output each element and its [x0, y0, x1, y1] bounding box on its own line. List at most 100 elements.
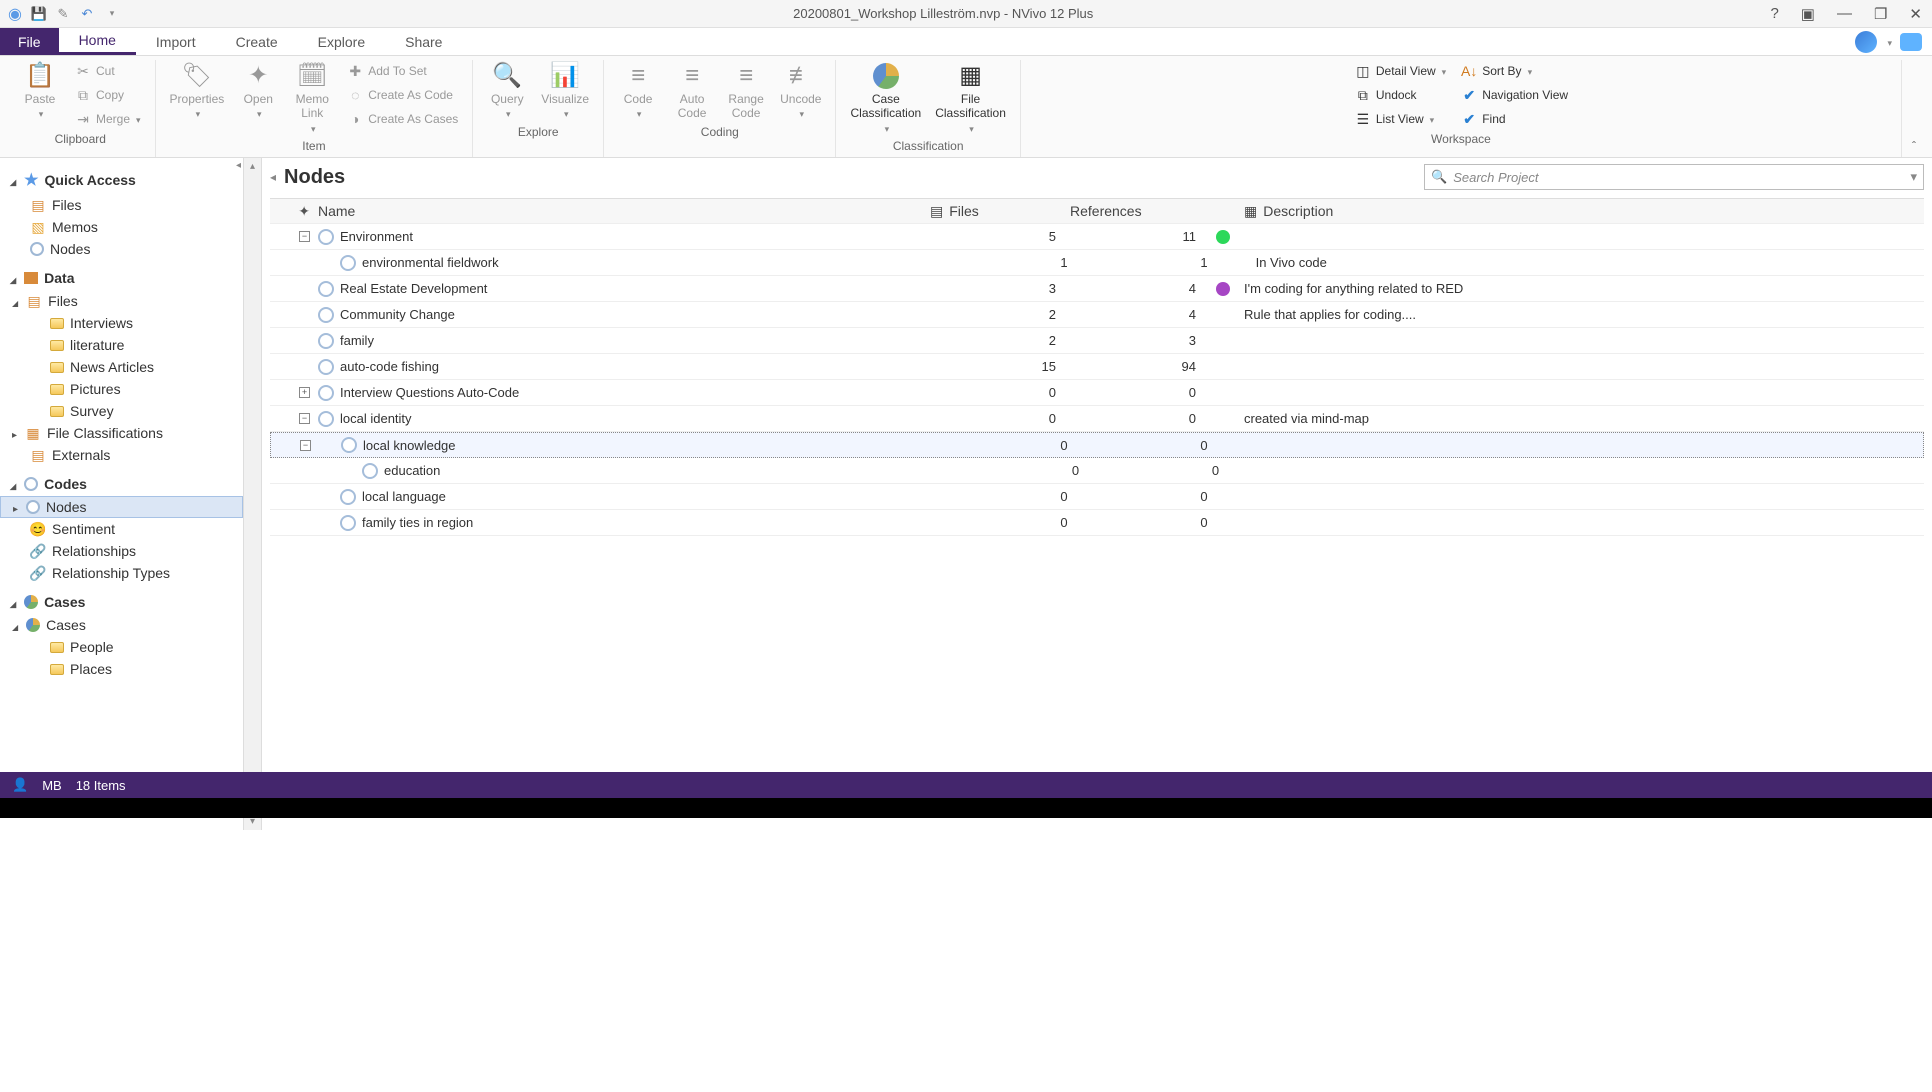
- nav-people-label: People: [70, 639, 114, 655]
- table-row[interactable]: family ties in region00: [270, 510, 1924, 536]
- help-icon[interactable]: ?: [1766, 5, 1782, 23]
- code-button[interactable]: ≡Code: [614, 60, 662, 123]
- content-back-icon[interactable]: ◂: [270, 170, 276, 184]
- properties-label: Properties: [170, 92, 225, 106]
- nav-externals[interactable]: ▤Externals: [0, 444, 243, 466]
- nav-scrollbar[interactable]: ▴ ▾: [244, 158, 262, 830]
- paste-button[interactable]: 📋 Paste: [16, 60, 64, 123]
- detail-view-button[interactable]: ◫Detail View: [1350, 60, 1450, 82]
- tab-home[interactable]: Home: [59, 28, 136, 55]
- maximize-to-window-icon[interactable]: ▣: [1797, 5, 1819, 23]
- node-icon: [318, 229, 334, 245]
- nav-literature[interactable]: literature: [0, 334, 243, 356]
- cell-refs: 1: [1082, 255, 1222, 270]
- search-input[interactable]: 🔍 Search Project ▾: [1424, 164, 1924, 190]
- restore-button[interactable]: ❐: [1870, 5, 1891, 23]
- expand-icon[interactable]: −: [299, 231, 310, 242]
- qat-customize-icon[interactable]: [102, 5, 120, 23]
- col-name[interactable]: Name: [314, 203, 930, 219]
- undo-icon[interactable]: ↶: [78, 5, 96, 23]
- ribbon-collapse-icon[interactable]: ˆ: [1902, 135, 1926, 157]
- col-files[interactable]: ▤Files: [930, 203, 1070, 220]
- query-button[interactable]: 🔍Query: [483, 60, 531, 123]
- undock-button[interactable]: ⧉Undock: [1350, 84, 1450, 106]
- table-row[interactable]: −local knowledge00: [270, 432, 1924, 458]
- globe-menu-icon[interactable]: [1885, 34, 1892, 49]
- list-view-button[interactable]: ☰List View: [1350, 108, 1450, 130]
- memo-link-button[interactable]: 🗓Memo Link: [288, 60, 336, 137]
- visualize-button[interactable]: 📊Visualize: [537, 60, 593, 123]
- case-classification-button[interactable]: Case Classification: [846, 60, 925, 137]
- expand-icon[interactable]: −: [299, 413, 310, 424]
- globe-icon[interactable]: [1855, 31, 1877, 53]
- create-as-code-button[interactable]: ◌Create As Code: [342, 84, 462, 106]
- nav-data-files[interactable]: ▤Files: [0, 290, 243, 312]
- nav-survey[interactable]: Survey: [0, 400, 243, 422]
- find-button[interactable]: ✔Find: [1456, 108, 1572, 130]
- table-row[interactable]: −local identity00created via mind-map: [270, 406, 1924, 432]
- save-icon[interactable]: 💾: [30, 5, 48, 23]
- table-row[interactable]: auto-code fishing1594: [270, 354, 1924, 380]
- tab-share[interactable]: Share: [385, 28, 462, 55]
- nav-qa-memos[interactable]: ▧Memos: [0, 216, 243, 238]
- copy-label: Copy: [96, 88, 124, 102]
- minimize-button[interactable]: —: [1833, 5, 1856, 23]
- auto-code-button[interactable]: ≡Auto Code: [668, 60, 716, 123]
- nav-collapse-icon[interactable]: ◂: [236, 160, 241, 171]
- create-as-cases-button[interactable]: ◑Create As Cases: [342, 108, 462, 130]
- nav-codes[interactable]: Codes: [0, 472, 243, 496]
- nav-data[interactable]: Data: [0, 266, 243, 290]
- feedback-icon[interactable]: [1900, 33, 1922, 51]
- tab-import[interactable]: Import: [136, 28, 216, 55]
- col-desc[interactable]: ▦Description: [1236, 203, 1924, 220]
- edit-icon[interactable]: ✎: [54, 5, 72, 23]
- search-dropdown-icon[interactable]: ▾: [1910, 169, 1917, 185]
- open-button[interactable]: ✦Open: [234, 60, 282, 123]
- nav-cases[interactable]: Cases: [0, 590, 243, 614]
- table-row[interactable]: environmental fieldwork11In Vivo code: [270, 250, 1924, 276]
- nav-codes-nodes[interactable]: Nodes: [0, 496, 243, 518]
- add-to-set-button[interactable]: ✚Add To Set: [342, 60, 462, 82]
- table-row[interactable]: Community Change24Rule that applies for …: [270, 302, 1924, 328]
- table-row[interactable]: family23: [270, 328, 1924, 354]
- nav-news[interactable]: News Articles: [0, 356, 243, 378]
- tab-explore[interactable]: Explore: [298, 28, 385, 55]
- nav-relationships[interactable]: 🔗Relationships: [0, 540, 243, 562]
- nav-sentiment[interactable]: 😊Sentiment: [0, 518, 243, 540]
- tab-file[interactable]: File: [0, 28, 59, 55]
- nav-file-classifications[interactable]: ▦File Classifications: [0, 422, 243, 444]
- properties-button[interactable]: 🏷Properties: [166, 60, 229, 123]
- cell-refs: 0: [1082, 438, 1222, 453]
- table-row[interactable]: −Environment511: [270, 224, 1924, 250]
- nav-qa-files[interactable]: ▤Files: [0, 194, 243, 216]
- nav-places[interactable]: Places: [0, 658, 243, 680]
- navigation-view-button[interactable]: ✔Navigation View: [1456, 84, 1572, 106]
- nav-people[interactable]: People: [0, 636, 243, 658]
- list-view-icon: ☰: [1354, 110, 1372, 128]
- nav-interviews[interactable]: Interviews: [0, 312, 243, 334]
- expand-icon[interactable]: +: [299, 387, 310, 398]
- sort-by-button[interactable]: A↓Sort By: [1456, 60, 1572, 82]
- close-button[interactable]: ✕: [1905, 5, 1926, 23]
- nav-pictures[interactable]: Pictures: [0, 378, 243, 400]
- table-row[interactable]: +Interview Questions Auto-Code00: [270, 380, 1924, 406]
- scroll-up-icon[interactable]: ▴: [250, 158, 255, 175]
- file-classification-button[interactable]: ▦File Classification: [931, 60, 1010, 137]
- nav-cases-cases[interactable]: Cases: [0, 614, 243, 636]
- copy-button[interactable]: ⧉Copy: [70, 84, 145, 106]
- cut-button[interactable]: ✂Cut: [70, 60, 145, 82]
- nav-relationship-types[interactable]: 🔗Relationship Types: [0, 562, 243, 584]
- expand-icon[interactable]: −: [300, 440, 311, 451]
- merge-button[interactable]: ⇥Merge: [70, 108, 145, 130]
- table-row[interactable]: education00: [270, 458, 1924, 484]
- range-code-button[interactable]: ≡Range Code: [722, 60, 770, 123]
- uncode-button[interactable]: ≢Uncode: [776, 60, 825, 123]
- col-refs[interactable]: References: [1070, 203, 1210, 219]
- table-row[interactable]: Real Estate Development34I'm coding for …: [270, 276, 1924, 302]
- cell-refs: 3: [1070, 333, 1210, 348]
- nav-quick-access[interactable]: ★Quick Access: [0, 166, 243, 194]
- nav-qa-nodes[interactable]: Nodes: [0, 238, 243, 260]
- tab-create[interactable]: Create: [216, 28, 298, 55]
- col-files-label: Files: [949, 203, 979, 219]
- table-row[interactable]: local language00: [270, 484, 1924, 510]
